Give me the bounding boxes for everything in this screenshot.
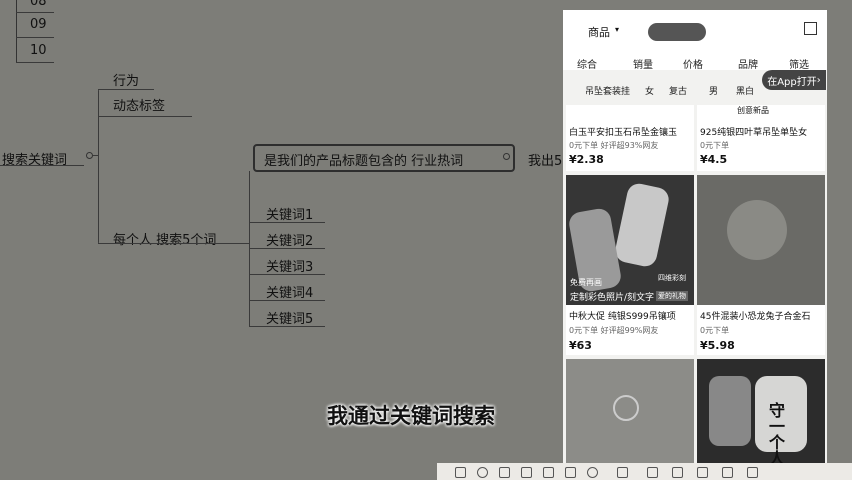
filter-brand[interactable]: 品牌 [738, 56, 758, 71]
tag-chip[interactable]: 男 [709, 84, 718, 97]
product-meta: 0元下单 好评超93%网友 [569, 141, 659, 150]
floating-toolbar [437, 463, 852, 480]
product-meta: 0元下单 [700, 326, 730, 335]
image-tag: 四维彩刻 [658, 274, 686, 282]
number-icon[interactable] [587, 467, 598, 478]
search-input[interactable] [648, 23, 706, 41]
video-subtitle: 我通过关键词搜索 [327, 404, 495, 428]
filter-sales[interactable]: 销量 [633, 56, 653, 71]
chevron-down-icon[interactable]: ▾ [615, 25, 619, 34]
undo-icon[interactable] [617, 467, 628, 478]
necklace-image [613, 395, 639, 421]
image-caption: 定制彩色照片/刻文字 [570, 293, 655, 303]
collapse-toggle-icon[interactable] [503, 153, 510, 160]
node-behavior[interactable]: 行为 [113, 70, 139, 89]
open-in-app-label: 在App打开 [767, 76, 817, 88]
keyword-node-3[interactable]: 关键词3 [266, 256, 313, 275]
divider [16, 37, 54, 38]
connector [249, 222, 325, 223]
divider [16, 12, 54, 13]
keyword-node-1[interactable]: 关键词1 [266, 204, 313, 223]
tag-chip[interactable]: 黑白 [736, 84, 754, 97]
copy-icon[interactable] [697, 467, 708, 478]
list-number: 08 [30, 0, 47, 9]
pen-icon[interactable] [521, 467, 532, 478]
filter-overall[interactable]: 综合 [577, 56, 597, 71]
filter-screen[interactable]: 筛选 [789, 56, 809, 71]
dog-tag-image [709, 376, 751, 446]
connector [98, 116, 192, 117]
check-icon[interactable] [747, 467, 758, 478]
close-icon[interactable] [722, 467, 733, 478]
product-price: ¥2.38 [569, 153, 604, 166]
product-price: ¥5.98 [700, 339, 735, 352]
grid-view-icon[interactable] [804, 22, 817, 35]
node-dynamic-tag[interactable]: 动态标签 [113, 95, 165, 114]
engraved-text: 守一个人 [766, 402, 785, 466]
chevron-right-icon: › [816, 74, 821, 86]
download-icon[interactable] [647, 467, 658, 478]
product-card[interactable]: 白玉平安扣玉石吊坠金镶玉 0元下单 好评超93%网友 ¥2.38 [566, 105, 694, 171]
product-title: 中秋大促 纯银S999吊镶项 [569, 312, 676, 322]
square-icon[interactable] [455, 467, 466, 478]
product-title: 白玉平安扣玉石吊坠金镶玉 [569, 128, 678, 138]
highlight-text: 是我们的产品标题包含的 行业热词 [264, 154, 464, 169]
product-meta: 0元下单 [700, 141, 730, 150]
product-card[interactable]: 创意新品 925纯银四叶草吊坠单坠女 0元下单 ¥4.5 [697, 105, 825, 171]
image-tag: 爱的礼物 [656, 291, 688, 301]
product-title: 45件混装小恐龙兔子合金石 [700, 312, 811, 322]
tag-chip[interactable]: 吊坠套装挂 [585, 84, 630, 97]
connector [0, 165, 84, 166]
keyword-node-2[interactable]: 关键词2 [266, 230, 313, 249]
keyword-node-5[interactable]: 关键词5 [266, 308, 313, 327]
connector [98, 90, 99, 243]
filter-price[interactable]: 价格 [683, 56, 703, 71]
connector [249, 326, 325, 327]
cut-off-node[interactable]: 我出5 [528, 150, 562, 169]
circle-icon[interactable] [477, 467, 488, 478]
keyword-node-4[interactable]: 关键词4 [266, 282, 313, 301]
product-price: ¥4.5 [700, 153, 728, 166]
list-number: 09 [30, 17, 47, 32]
node-keywords-per-person[interactable]: 每个人 搜索5个词 [113, 229, 216, 248]
arrow-icon[interactable] [499, 467, 510, 478]
product-title: 925纯银四叶草吊坠单坠女 [700, 128, 808, 138]
connector [249, 274, 325, 275]
product-meta: 0元下单 好评超99%网友 [569, 326, 659, 335]
collapse-toggle-icon[interactable] [86, 152, 93, 159]
image-caption: 免费再画 [570, 278, 602, 287]
divider [16, 62, 54, 63]
mosaic-icon[interactable] [543, 467, 554, 478]
hand-image [727, 200, 787, 260]
connector [249, 300, 325, 301]
connector [249, 248, 325, 249]
open-in-app-button[interactable]: 在App打开 › [762, 70, 826, 90]
tag-chip[interactable]: 女 [645, 84, 654, 97]
phone-screen: 商品 ▾ 综合 销量 价格 品牌 筛选 吊坠套装挂 女 复古 男 黑白 在App… [563, 10, 827, 468]
product-card[interactable]: 免费再画 定制彩色照片/刻文字 四维彩刻 爱的礼物 中秋大促 纯银S999吊镶项… [566, 175, 694, 355]
text-icon[interactable] [565, 467, 576, 478]
tag-chip[interactable]: 复古 [669, 84, 687, 97]
list-number: 10 [30, 43, 47, 58]
tab-products[interactable]: 商品 [588, 24, 610, 40]
product-price: ¥63 [569, 339, 592, 352]
connector [98, 243, 250, 244]
pin-icon[interactable] [672, 467, 683, 478]
connector [98, 89, 154, 90]
new-badge: 创意新品 [737, 106, 769, 115]
product-card[interactable]: 45件混装小恐龙兔子合金石 0元下单 ¥5.98 [697, 175, 825, 355]
